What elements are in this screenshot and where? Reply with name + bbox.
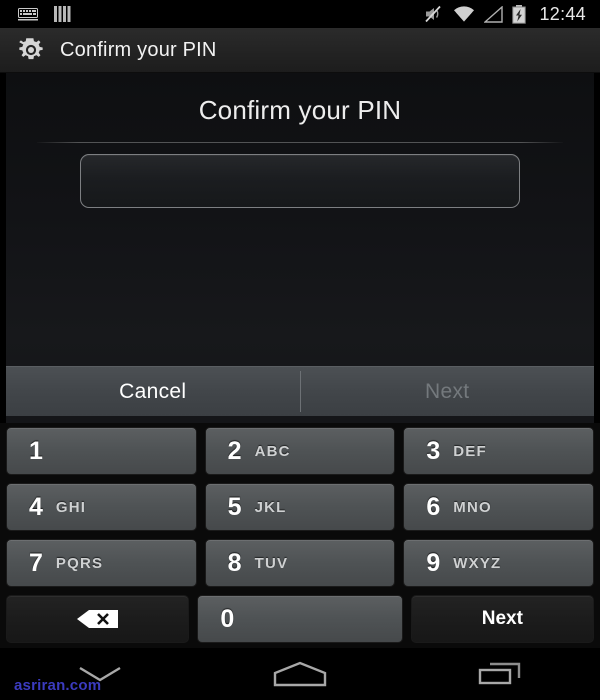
site-watermark: asriran.com: [14, 677, 102, 694]
key-digit: 3: [426, 436, 441, 465]
next-button[interactable]: Next: [301, 367, 595, 416]
key-next[interactable]: Next: [410, 595, 594, 643]
status-bar-right-icons: 12:44: [424, 4, 586, 25]
status-bar-left-icons: [18, 6, 71, 22]
key-letters: ABC: [254, 442, 291, 460]
home-icon: [272, 661, 328, 687]
key-letters: GHI: [55, 498, 87, 516]
key-digit: 6: [426, 492, 441, 521]
status-bar-clock: 12:44: [539, 3, 586, 24]
key-letters: DEF: [453, 442, 487, 460]
key-9[interactable]: 9 WXYZ: [403, 539, 595, 587]
keypad-row: 4 GHI 5 JKL 6 MNO: [6, 483, 595, 531]
wifi-icon: [453, 5, 475, 23]
key-next-label: Next: [481, 608, 523, 629]
key-letters: MNO: [453, 498, 492, 516]
key-backspace[interactable]: [6, 595, 190, 643]
key-letters: PQRS: [55, 554, 104, 572]
battery-charging-icon: [512, 4, 527, 24]
status-bar: 12:44: [0, 0, 600, 28]
backspace-icon: [76, 609, 120, 629]
vertical-bars-icon: [54, 6, 71, 22]
main-content: Confirm your PIN Cancel Next: [6, 73, 594, 423]
pin-input[interactable]: [80, 154, 520, 208]
pin-heading: Confirm your PIN: [198, 95, 402, 125]
numeric-keypad: 1 2 ABC 3 DEF 4 GHI 5 JKL 6 MNO 7 PQRS 8…: [0, 423, 600, 648]
phone-screen: 12:44 Confirm your PIN Confirm your PIN …: [0, 0, 600, 700]
page-title: Confirm your PIN: [60, 38, 217, 61]
key-digit: 9: [426, 548, 441, 577]
recents-icon: [478, 661, 522, 687]
key-letters: TUV: [254, 554, 289, 572]
key-digit: 7: [29, 548, 43, 577]
action-bar: Confirm your PIN: [0, 28, 600, 73]
key-digit: 0: [220, 604, 235, 633]
mute-icon: [424, 5, 444, 23]
content-wrapper: Confirm your PIN Cancel Next: [0, 73, 600, 423]
key-letters: WXYZ: [453, 554, 502, 572]
key-7[interactable]: 7 PQRS: [6, 539, 197, 587]
key-5[interactable]: 5 JKL: [204, 483, 396, 531]
keyboard-icon: [18, 7, 38, 21]
key-4[interactable]: 4 GHI: [6, 483, 197, 531]
key-digit: 5: [227, 492, 242, 521]
cancel-button[interactable]: Cancel: [6, 367, 300, 416]
nav-recents-button[interactable]: [457, 651, 543, 697]
key-2[interactable]: 2 ABC: [204, 427, 396, 475]
keypad-row: 1 2 ABC 3 DEF: [6, 427, 595, 475]
key-digit: 1: [29, 436, 43, 465]
heading-divider: [37, 142, 563, 143]
key-3[interactable]: 3 DEF: [403, 427, 595, 475]
key-1[interactable]: 1: [6, 427, 197, 475]
key-8[interactable]: 8 TUV: [204, 539, 396, 587]
keypad-row: 0 Next: [6, 595, 594, 643]
key-6[interactable]: 6 MNO: [403, 483, 595, 531]
keypad-row: 7 PQRS 8 TUV 9 WXYZ: [6, 539, 595, 587]
action-button-bar: Cancel Next: [6, 366, 594, 416]
key-digit: 4: [29, 492, 43, 521]
key-digit: 2: [227, 436, 242, 465]
signal-icon: [484, 5, 504, 23]
system-nav-bar: asriran.com: [0, 648, 600, 700]
gear-icon: [16, 35, 46, 65]
key-letters: JKL: [254, 498, 287, 516]
nav-home-button[interactable]: [257, 651, 343, 697]
key-0[interactable]: 0: [197, 595, 403, 643]
key-digit: 8: [227, 548, 242, 577]
